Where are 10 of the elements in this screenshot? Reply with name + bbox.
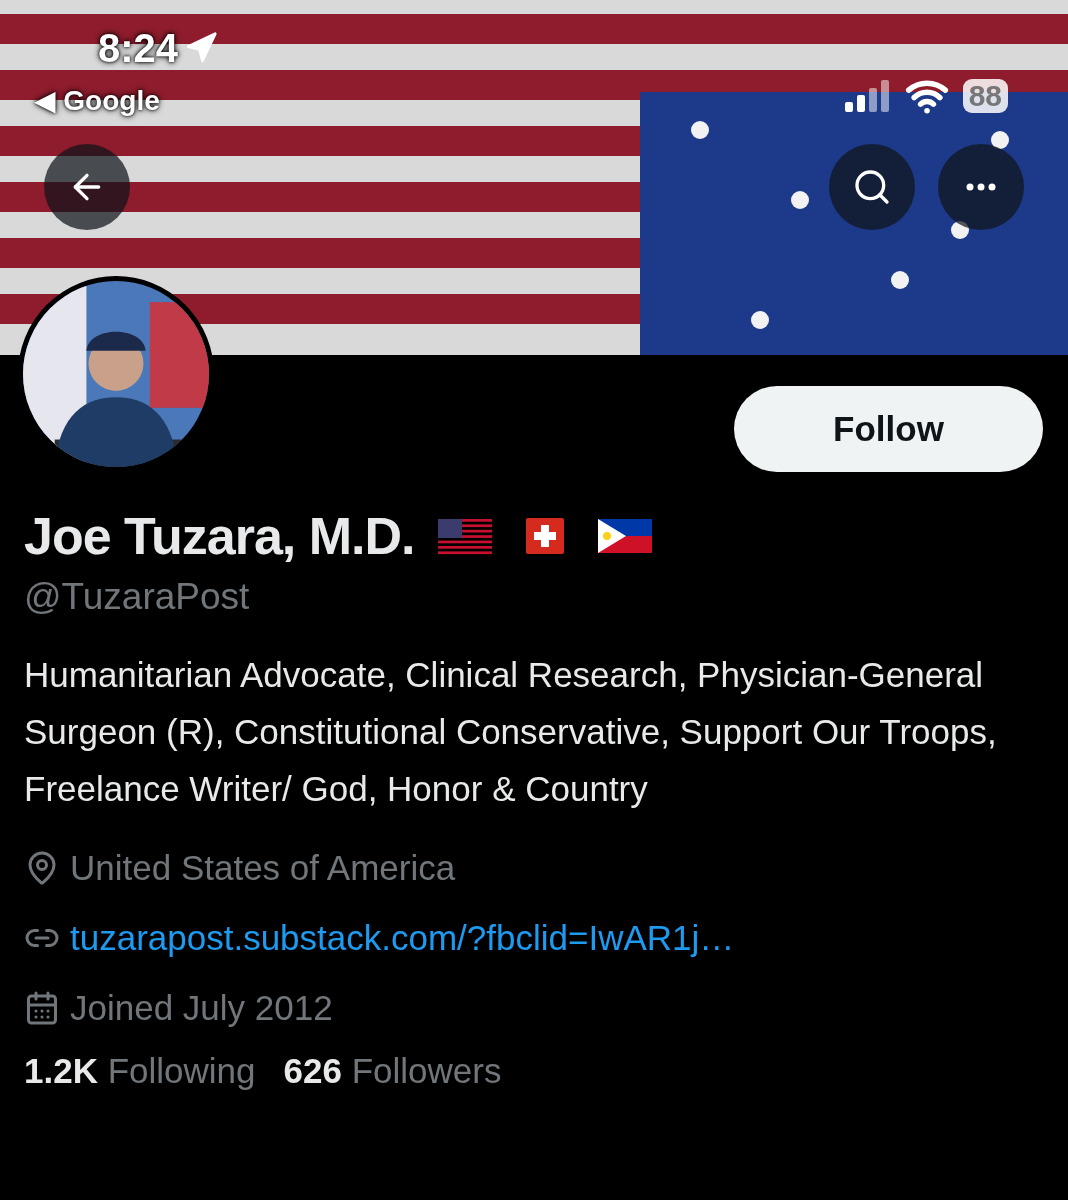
calendar-icon [24, 990, 60, 1026]
profile-bio: Humanitarian Advocate, Clinical Research, Physician-General Surgeon (R), Constitutional Conservative, Support Our Troops, Freelance Writer/ God, Honor & Country [24, 654, 998, 810]
follow-stat-link[interactable]: 1.2K Following [24, 1051, 256, 1091]
follow-stat-link[interactable]: 626 Followers [283, 1051, 502, 1091]
joined-date: Joined July 2012 [70, 988, 333, 1028]
profile-name: Joe Tuzara, M.D. [24, 506, 415, 567]
profile-link[interactable]: tuzarapost.substack.com/?fbclid=IwAR1j… [70, 918, 735, 958]
profile-location: United States of America [70, 848, 456, 888]
follow-button[interactable]: Follow [734, 386, 1043, 472]
profile-handle: @TuzaraPost [24, 575, 251, 619]
